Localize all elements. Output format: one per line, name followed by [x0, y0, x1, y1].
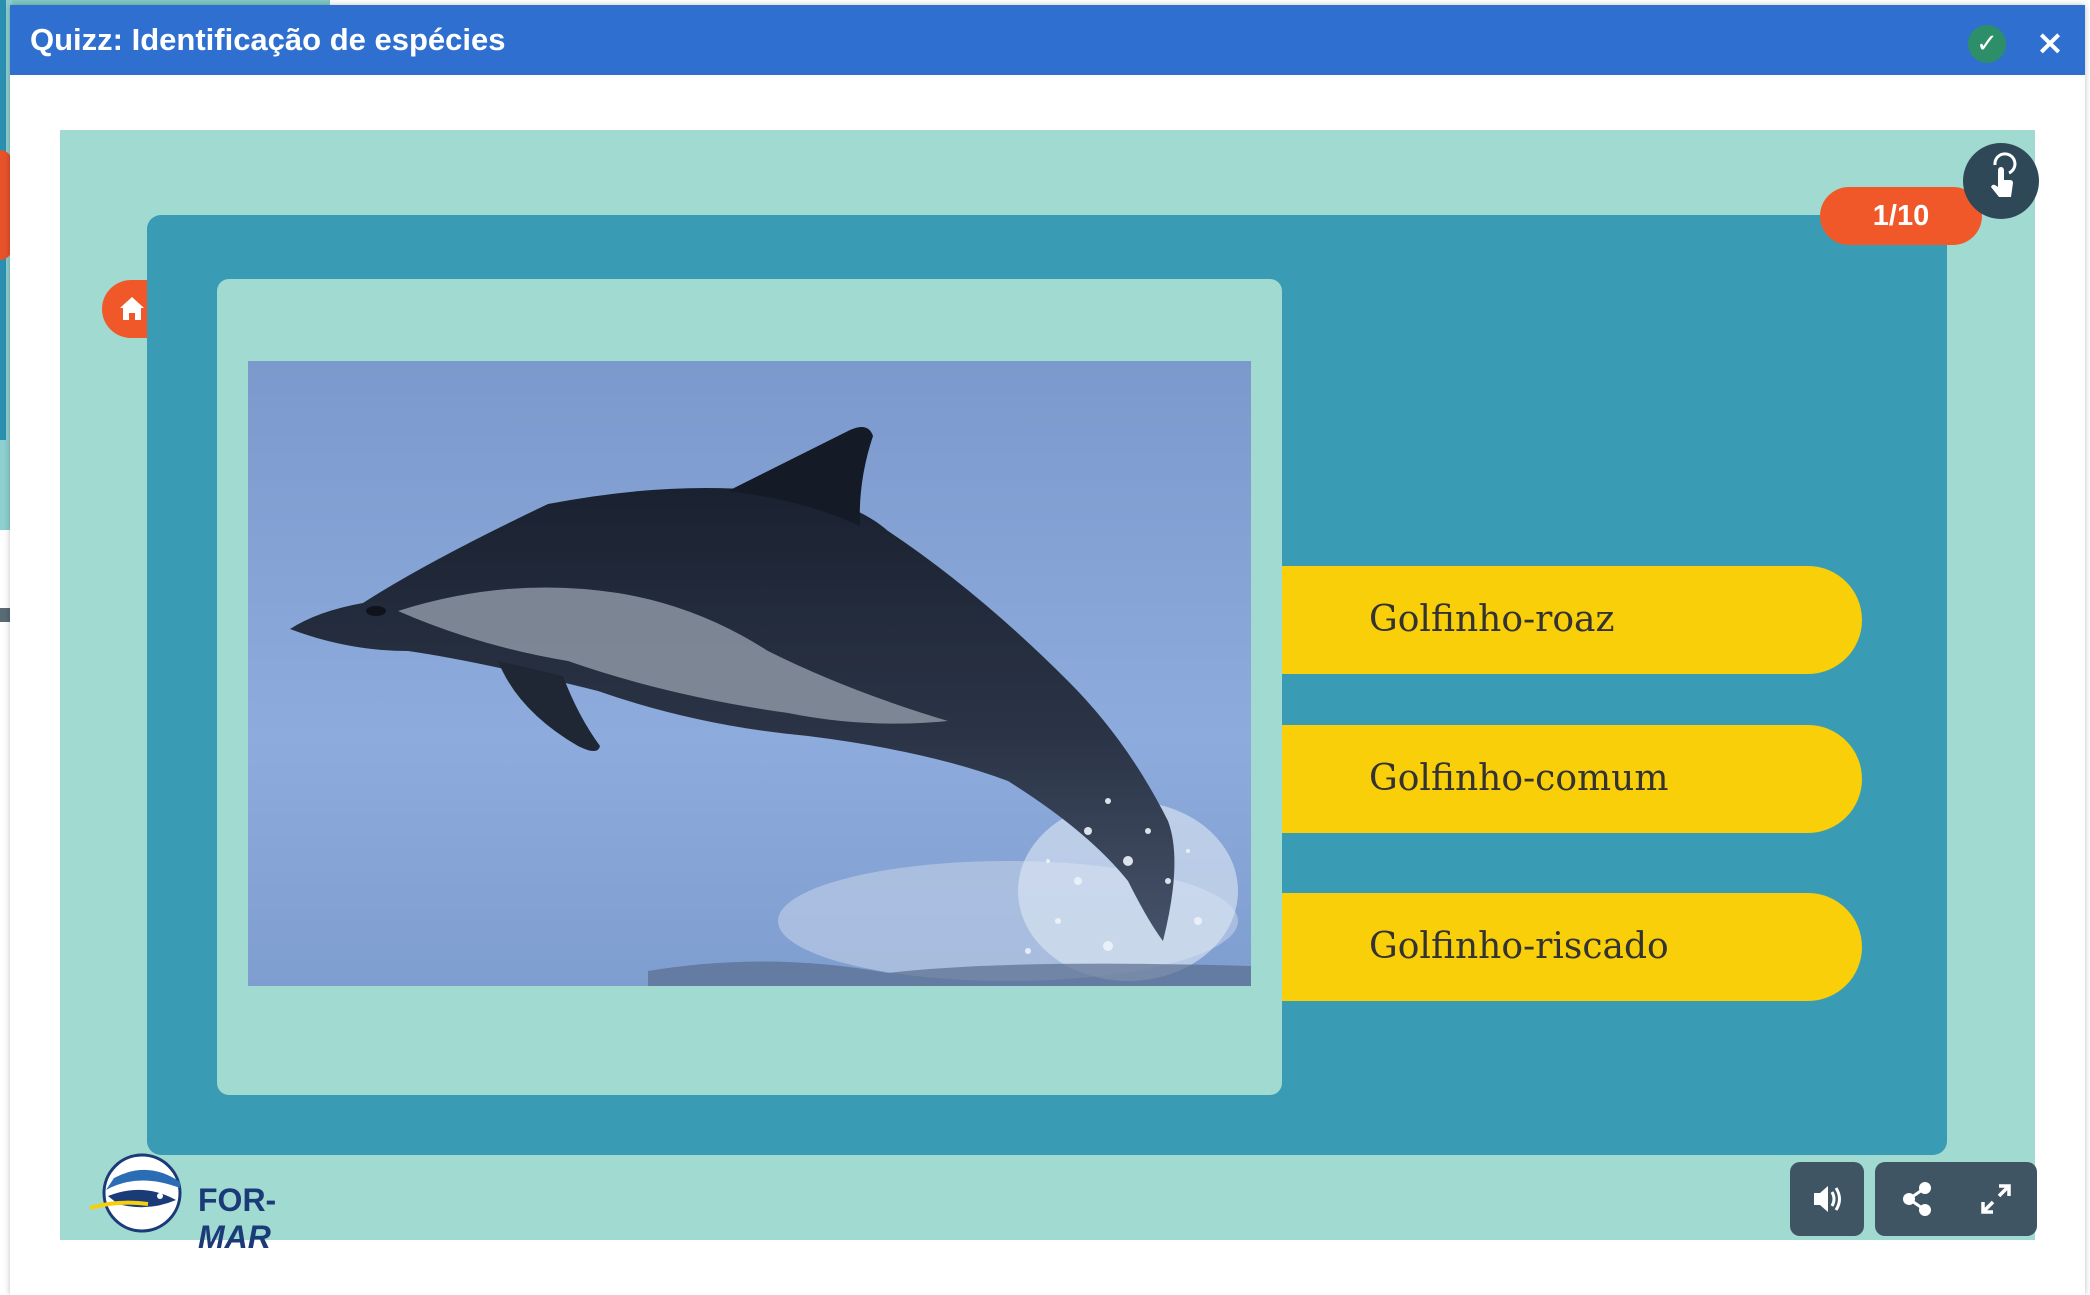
accessibility-button[interactable]: [1963, 143, 2039, 219]
share-icon[interactable]: [1880, 1162, 1954, 1236]
title-bar: Quizz: Identificação de espécies ✓ ×: [10, 5, 2085, 75]
fish-globe-icon: [89, 1153, 182, 1233]
audio-button[interactable]: [1790, 1162, 1864, 1236]
quiz-dialog: Quizz: Identificação de espécies ✓ × Gol…: [10, 5, 2085, 1295]
hand-pointer-icon: [1991, 152, 2017, 197]
dialog-title: Quizz: Identificação de espécies: [30, 22, 506, 57]
question-panel: Golfinho-roaz Golfinho-comum Golfinho-ri…: [147, 215, 1947, 1155]
answer-option[interactable]: Golfinho-comum: [1282, 725, 1862, 833]
logo-wordmark: FOR-MAR: [198, 1182, 348, 1256]
volume-icon: [1814, 1186, 1841, 1212]
check-icon[interactable]: ✓: [1968, 25, 2006, 63]
answer-option[interactable]: Golfinho-roaz: [1282, 566, 1862, 674]
close-icon[interactable]: ×: [2030, 23, 2070, 63]
image-card: [217, 279, 1282, 1095]
expand-icon[interactable]: [1959, 1162, 2033, 1236]
quiz-stage: Golfinho-roaz Golfinho-comum Golfinho-ri…: [60, 130, 2039, 1255]
dolphin-photo: [248, 361, 1251, 986]
formar-logo: FOR-MAR: [88, 1152, 348, 1255]
toolbar-group: [1875, 1162, 2037, 1236]
question-counter: 1/10: [1820, 187, 1982, 245]
logo-name-part1: FOR-: [198, 1182, 277, 1218]
logo-name-part2: MAR: [198, 1219, 271, 1255]
answer-option[interactable]: Golfinho-riscado: [1282, 893, 1862, 1001]
